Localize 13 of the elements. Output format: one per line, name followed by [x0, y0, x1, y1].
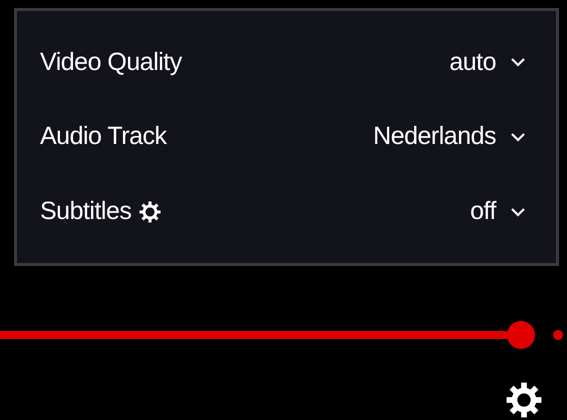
setting-dropdown[interactable]: off [470, 197, 526, 226]
setting-dropdown[interactable]: Nederlands [373, 122, 526, 152]
marker-dot [553, 330, 563, 340]
settings-icon[interactable] [505, 381, 543, 419]
setting-label: Video Quality [40, 48, 182, 77]
gear-icon[interactable] [139, 200, 162, 223]
setting-label: Subtitles [40, 197, 132, 226]
setting-dropdown[interactable]: auto [449, 48, 526, 77]
chevron-down-icon [510, 132, 526, 142]
chevron-down-icon [510, 57, 526, 68]
setting-label: Audio Track [40, 122, 167, 152]
chevron-down-icon [510, 206, 526, 217]
slider-thumb[interactable] [506, 321, 535, 349]
